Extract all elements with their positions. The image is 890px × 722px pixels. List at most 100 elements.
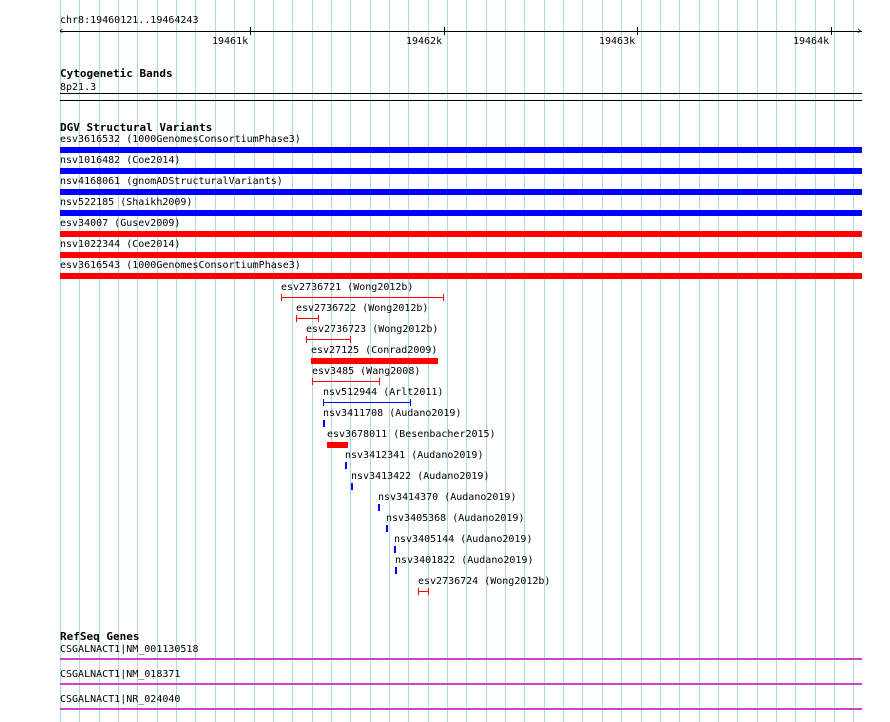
grid-line [60, 0, 61, 722]
grid-line [137, 0, 138, 722]
grid-line [176, 0, 177, 722]
variant-label: esv34007 (Gusev2009) [60, 218, 181, 229]
variant-bar-end [418, 588, 419, 595]
grid-line [737, 0, 738, 722]
gene-intron-line[interactable] [60, 708, 862, 710]
variant-bar-end [281, 294, 282, 301]
variant-label: esv3485 (Wang2008) [312, 366, 421, 377]
variant-bar[interactable] [60, 147, 862, 153]
gene-intron-line[interactable] [60, 683, 862, 685]
grid-line [79, 0, 80, 722]
grid-line [99, 0, 100, 722]
variant-label: nsv3405144 (Audano2019) [394, 534, 533, 545]
grid-line [602, 0, 603, 722]
variant-bar[interactable] [60, 252, 862, 258]
grid-line [466, 0, 467, 722]
grid-line [582, 0, 583, 722]
variant-bar[interactable] [60, 273, 862, 279]
grid-line [486, 0, 487, 722]
grid-line [544, 0, 545, 722]
variant-bar-end [296, 315, 297, 322]
grid-line [834, 0, 835, 722]
grid-line [157, 0, 158, 722]
variant-label: esv2736723 (Wong2012b) [306, 324, 439, 335]
gene-label: CSGALNACT1|NM_001130518 [60, 644, 199, 655]
ruler-tick-label: 19462k [406, 36, 443, 47]
grid-line [853, 0, 854, 722]
variant-label: esv27125 (Conrad2009) [311, 345, 438, 356]
grid-line [234, 0, 235, 722]
variant-bar[interactable] [345, 462, 347, 469]
variant-bar[interactable] [60, 189, 862, 195]
variant-bar[interactable] [306, 339, 351, 340]
variant-label: nsv1016482 (Coe2014) [60, 155, 181, 166]
ruler-tick-19462k [444, 27, 445, 35]
variant-label: nsv3413422 (Audano2019) [351, 471, 490, 482]
cytoband-band-bottom [60, 100, 862, 101]
grid-line [815, 0, 816, 722]
grid-line [776, 0, 777, 722]
grid-line [524, 0, 525, 722]
grid-line [215, 0, 216, 722]
variant-label: esv3616532 (1000GenomesConsortiumPhase3) [60, 134, 301, 145]
variant-bar[interactable] [394, 546, 396, 553]
grid-line [447, 0, 448, 722]
variant-bar[interactable] [327, 442, 348, 448]
variant-bar[interactable] [395, 567, 397, 574]
variant-label: nsv522185 (Shaikh2009) [60, 197, 193, 208]
ruler-tick-label: 19464k [793, 36, 830, 47]
ruler-tick-label: 19463k [599, 36, 636, 47]
variant-label: nsv3412341 (Audano2019) [345, 450, 484, 461]
variant-bar[interactable] [60, 231, 862, 237]
gene-intron-line[interactable] [60, 658, 862, 660]
variant-bar[interactable] [60, 210, 862, 216]
variant-label: esv3616543 (1000GenomesConsortiumPhase3) [60, 260, 301, 271]
grid-line [641, 0, 642, 722]
variant-bar[interactable] [323, 420, 325, 427]
gene-label: CSGALNACT1|NR_024040 [60, 694, 181, 705]
grid-line [292, 0, 293, 722]
variant-bar[interactable] [281, 297, 444, 298]
variant-bar-end [318, 315, 319, 322]
variant-bar[interactable] [351, 483, 353, 490]
position-label: chr8:19460121..19464243 [60, 15, 199, 26]
gene-label: CSGALNACT1|NM_018371 [60, 669, 181, 680]
ruler-tick-label: 19461k [212, 36, 249, 47]
grid-line [718, 0, 719, 722]
variant-bar[interactable] [311, 358, 438, 364]
ruler-left-arrow-icon: ‹ [58, 24, 65, 37]
cytoband-band-top [60, 93, 862, 94]
variant-bar[interactable] [312, 381, 380, 382]
variant-bar[interactable] [323, 402, 411, 403]
grid-line [679, 0, 680, 722]
variant-bar-end [350, 336, 351, 343]
variant-bar[interactable] [296, 318, 319, 319]
variant-bar-end [306, 336, 307, 343]
variant-label: nsv3414370 (Audano2019) [378, 492, 517, 503]
grid-line [273, 0, 274, 722]
variant-label: esv2736721 (Wong2012b) [281, 282, 414, 293]
ruler-right-arrow-icon: › [856, 24, 863, 37]
grid-line [254, 0, 255, 722]
variant-label: esv2736722 (Wong2012b) [296, 303, 429, 314]
variant-bar-end [443, 294, 444, 301]
variant-bar[interactable] [386, 525, 388, 532]
variant-bar-end [379, 378, 380, 385]
variant-label: esv3678011 (Besenbacher2015) [327, 429, 496, 440]
grid-line [563, 0, 564, 722]
grid-line [195, 0, 196, 722]
grid-line [505, 0, 506, 722]
variant-bar[interactable] [60, 168, 862, 174]
ruler-tick-19461k [250, 27, 251, 35]
variant-bar[interactable] [378, 504, 380, 511]
ruler-tick-19464k [831, 27, 832, 35]
grid-line [795, 0, 796, 722]
variant-label: esv2736724 (Wong2012b) [418, 576, 551, 587]
track-title-cytogenetic-bands: Cytogenetic Bands [60, 67, 173, 80]
genome-browser-panel[interactable]: chr8:19460121..19464243 ‹ › 19461k 19462… [0, 0, 890, 722]
grid-line [660, 0, 661, 722]
track-title-refseq-genes: RefSeq Genes [60, 630, 140, 643]
cytoband-label: 8p21.3 [60, 82, 97, 93]
grid-line [621, 0, 622, 722]
variant-label: nsv3401822 (Audano2019) [395, 555, 534, 566]
